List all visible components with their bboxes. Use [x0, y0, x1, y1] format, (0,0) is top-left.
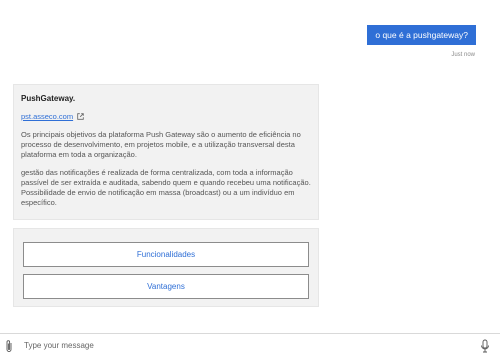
- message-timestamp: Just now: [451, 52, 475, 58]
- message-composer: [0, 333, 500, 357]
- card-title: PushGateway.: [21, 94, 76, 103]
- suggested-actions-card: Funcionalidades Vantagens: [13, 228, 319, 307]
- funcionalidades-button[interactable]: Funcionalidades: [23, 242, 309, 267]
- card-paragraph: gestão das notificações é realizada de f…: [21, 168, 311, 207]
- message-input[interactable]: [18, 335, 474, 356]
- user-message-bubble: o que é a pushgateway?: [367, 25, 476, 45]
- chat-transcript: o que é a pushgateway? Just now PushGate…: [0, 0, 500, 333]
- vantagens-button[interactable]: Vantagens: [23, 274, 309, 299]
- card-link-row: pst.asseco.com: [21, 112, 311, 121]
- bot-response-card: PushGateway. pst.asseco.com Os principai…: [13, 84, 319, 220]
- card-paragraph: Os principais objetivos da plataforma Pu…: [21, 130, 301, 159]
- external-link-icon[interactable]: [77, 113, 84, 120]
- microphone-icon[interactable]: [474, 334, 496, 357]
- card-link[interactable]: pst.asseco.com: [21, 112, 73, 121]
- paperclip-icon[interactable]: [0, 334, 18, 357]
